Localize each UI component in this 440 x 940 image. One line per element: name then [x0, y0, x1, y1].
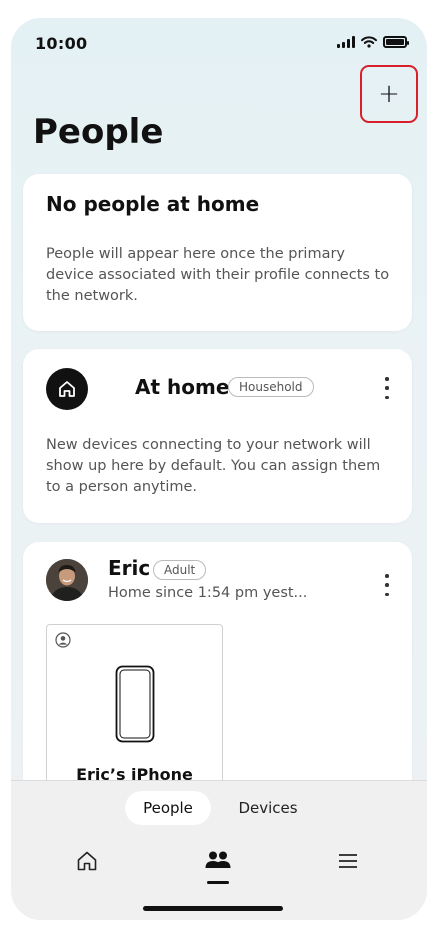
adult-badge: Adult	[153, 560, 207, 580]
segment-devices[interactable]: Devices	[225, 791, 311, 825]
person-icon	[55, 632, 71, 648]
person-name: Eric	[108, 556, 151, 580]
person-more-icon[interactable]	[381, 574, 393, 596]
home-icon	[46, 368, 88, 410]
nav-people-icon[interactable]	[204, 849, 232, 873]
no-people-heading: No people at home	[46, 192, 260, 216]
signal-icon	[337, 36, 355, 48]
status-bar: 10:00	[11, 18, 427, 68]
no-people-card: No people at home People will appear her…	[23, 174, 412, 331]
nav-active-indicator	[207, 881, 229, 884]
at-home-more-icon[interactable]	[381, 377, 393, 399]
bottom-panel: People Devices	[11, 780, 427, 920]
no-people-text: People will appear here once the primary…	[46, 246, 390, 304]
home-indicator	[143, 906, 283, 911]
at-home-title: At home	[135, 375, 230, 399]
nav-menu-icon[interactable]	[337, 849, 359, 873]
battery-icon	[383, 36, 409, 48]
page-title: People	[33, 112, 164, 152]
add-person-button[interactable]: +	[360, 65, 418, 123]
status-time: 10:00	[35, 34, 88, 53]
at-home-card[interactable]: At home Household New devices connecting…	[23, 349, 412, 523]
status-icons	[337, 36, 409, 48]
household-badge: Household	[228, 377, 314, 397]
segment-people[interactable]: People	[125, 791, 211, 825]
person-status: Home since 1:54 pm yest...	[108, 585, 308, 601]
plus-icon: +	[378, 79, 400, 109]
phone-screen: 10:00 + People No people at home People …	[11, 18, 427, 920]
smartphone-icon	[115, 665, 155, 743]
avatar	[46, 559, 88, 601]
nav-home-icon[interactable]	[75, 849, 99, 873]
at-home-text: New devices connecting to your network w…	[46, 437, 381, 495]
wifi-icon	[361, 36, 377, 48]
